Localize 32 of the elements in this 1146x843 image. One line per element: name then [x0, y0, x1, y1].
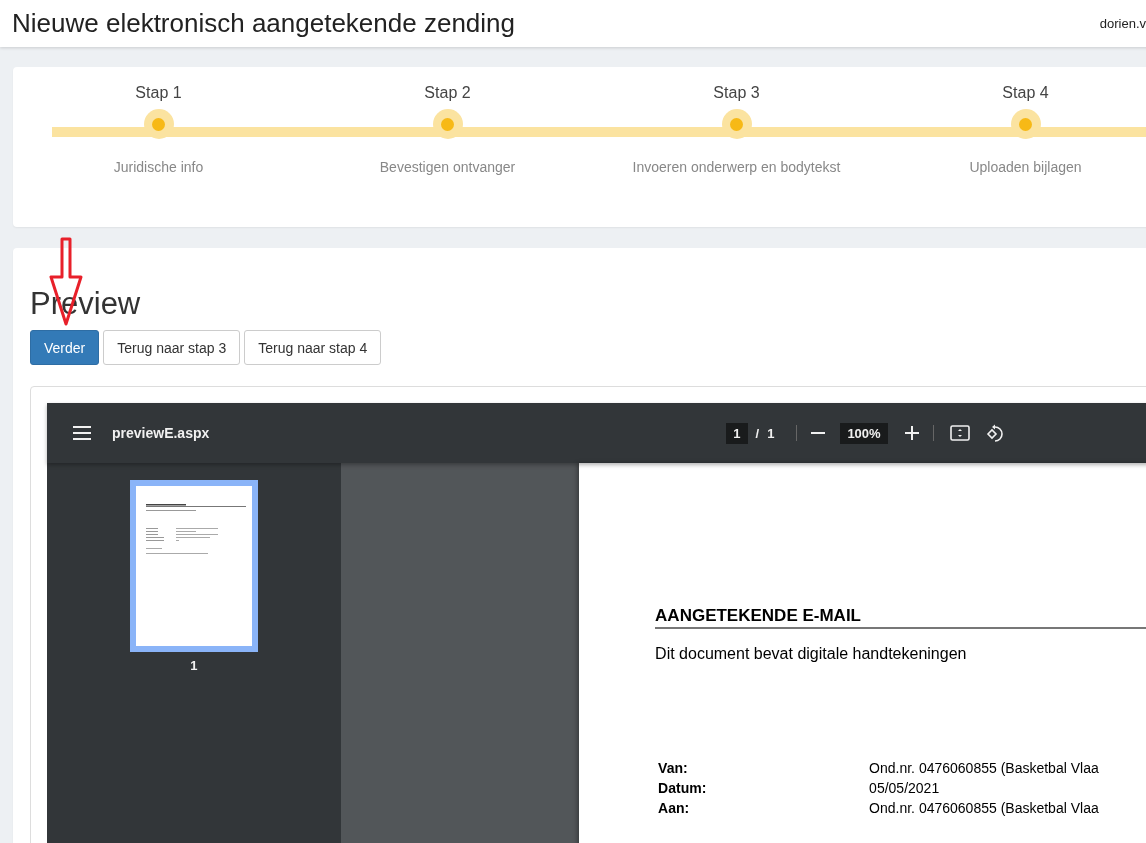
file-name: previewE.aspx: [112, 425, 210, 441]
page-field[interactable]: 1: [726, 422, 748, 444]
document-subtitle: Dit document bevat digitale handtekeningen: [655, 645, 968, 663]
step-number: Stap 1: [135, 84, 182, 103]
field-value: 05/05/2021: [869, 779, 941, 797]
step-label: Juridische info: [113, 159, 204, 175]
step-label: Invoeren onderwerp en bodytekst: [632, 159, 841, 175]
page-count: 1: [767, 425, 775, 441]
user-name[interactable]: dorien.v: [1099, 16, 1146, 31]
step-number: Stap 3: [713, 84, 760, 103]
field-value: Ond.nr. 0476060855 (Basketbal Vlaa: [869, 759, 1100, 777]
step-label: Bevestigen ontvanger: [379, 159, 516, 175]
page-separator: /: [755, 425, 760, 441]
field-label: Datum:: [658, 779, 708, 797]
step-number: Stap 2: [424, 84, 471, 103]
menu-icon[interactable]: [73, 426, 91, 440]
page-thumbnail[interactable]: [129, 480, 258, 652]
next-button[interactable]: Verder: [30, 330, 100, 365]
zoom-in-icon[interactable]: [904, 426, 919, 440]
back-button[interactable]: Terug naar stap 4: [244, 330, 382, 365]
zoom-field[interactable]: 100%: [840, 422, 888, 444]
rotate-icon[interactable]: [985, 423, 1005, 443]
document-title: AANGETEKENDE E-MAIL: [655, 606, 1146, 629]
step-number: Stap 4: [1002, 84, 1049, 103]
page-title: Nieuwe elektronisch aangetekende zending: [12, 8, 515, 39]
field-value: Ond.nr. 0476060855 (Basketbal Vlaa: [869, 799, 1100, 817]
step-label: Uploaden bijlagen: [969, 159, 1082, 175]
fit-page-icon[interactable]: [949, 425, 970, 441]
thumbnail-label: 1: [190, 658, 198, 673]
field-label: Van:: [658, 759, 689, 777]
back-button[interactable]: Terug naar stap 3: [103, 330, 241, 365]
field-label: Aan:: [658, 799, 691, 817]
